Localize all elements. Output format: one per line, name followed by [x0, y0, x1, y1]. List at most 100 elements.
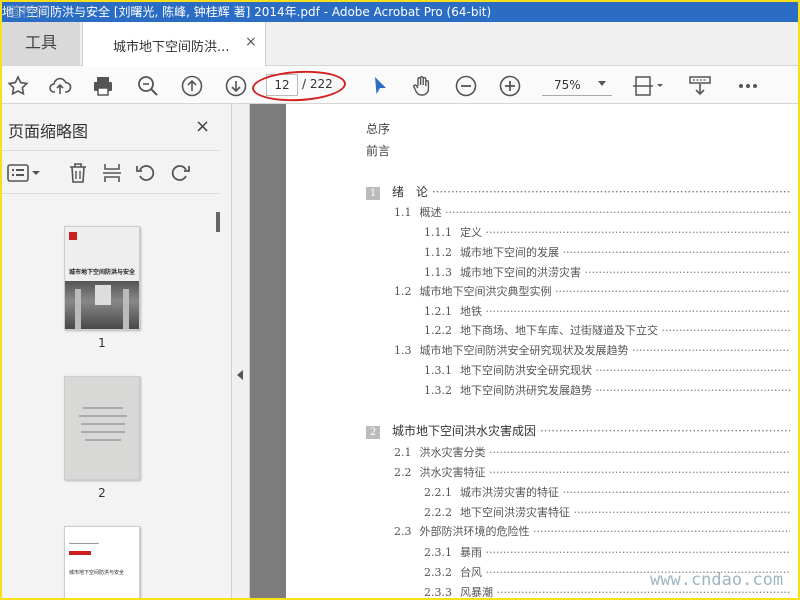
chapter-number-badge: 1 [366, 187, 380, 200]
close-panel-icon[interactable]: × [195, 116, 210, 137]
toc-entry-section[interactable]: 1.3 城市地下空间防洪安全研究现状及发展趋势 ·················… [394, 342, 790, 358]
toc-entry-number: 2.1 [394, 446, 412, 459]
panel-collapse-strip[interactable] [232, 104, 250, 598]
scroll-mode-icon[interactable] [688, 74, 712, 98]
toc-leader-dots: ········································… [584, 266, 790, 279]
previous-page-icon[interactable] [180, 74, 204, 98]
thumbnail-page-2[interactable] [64, 376, 140, 480]
thumbnail-page-3[interactable]: 城市地下空间防洪与安全 [64, 526, 140, 598]
tab-tools[interactable]: 工具 [2, 22, 80, 66]
print-icon[interactable] [91, 74, 115, 98]
toc-entry-sub[interactable]: 1.3.2 地下空间防洪研究发展趋势 ······················… [424, 382, 790, 398]
thumbnail-cover-title: 城市地下空间防洪与安全 [69, 570, 125, 576]
page-display-icon[interactable] [632, 74, 666, 98]
toc-entry-chapter[interactable]: 1 绪 论 ···································… [366, 183, 790, 200]
toc-entry-sub[interactable]: 2.2.2 地下空间洪涝灾害特征 ························… [424, 504, 790, 520]
thumbnail-options-icon[interactable] [6, 161, 42, 185]
toc-leader-dots: ········································… [532, 525, 790, 538]
toc-entry-text: 概述 [419, 206, 442, 219]
toc-entry-sub[interactable]: 1.3.1 地下空间防洪安全研究现状 ······················… [424, 362, 790, 378]
delete-page-icon[interactable] [66, 161, 90, 185]
toc-entry-number: 2.3.2 [424, 566, 452, 579]
tab-document[interactable]: 城市地下空间防洪... × [82, 22, 266, 66]
toc-front-item: 前言 [366, 144, 391, 158]
toc-entry-text: 城市地下空间防洪安全研究现状及发展趋势 [419, 344, 629, 357]
toc-leader-dots: ········································… [485, 226, 790, 239]
cover-photo [65, 281, 139, 329]
toc-entry-number: 1.3 [394, 344, 412, 357]
toc-leader-dots: ········································… [573, 506, 790, 519]
toc-leader-dots: ········································… [562, 486, 790, 499]
rotate-right-icon[interactable] [168, 161, 192, 185]
zoom-dropdown-caret-icon[interactable] [598, 81, 606, 86]
hand-tool-icon[interactable] [410, 74, 434, 98]
close-tab-icon[interactable]: × [245, 34, 257, 50]
scrollbar-thumb[interactable] [216, 212, 220, 232]
toc-entry-text: 城市洪涝灾害的特征 [460, 486, 559, 499]
select-cursor-icon[interactable] [368, 74, 392, 98]
next-page-icon[interactable] [224, 74, 248, 98]
toc-entry-number: 2.3 [394, 525, 412, 538]
toc-entry-text: 台风 [460, 566, 482, 579]
document-page: 总序 前言 1 绪 论 ·····························… [286, 104, 798, 598]
toc-entry-text: 洪水灾害特征 [419, 466, 486, 479]
collapse-arrow-icon[interactable] [237, 370, 243, 380]
thumbnail-scrollbar[interactable] [212, 200, 226, 598]
toc-entry-text: 暴雨 [460, 546, 482, 559]
upload-cloud-icon[interactable] [48, 74, 72, 98]
toc-entry-sub[interactable]: 1.1.1 定义 ································… [424, 224, 790, 240]
toc-entry-number: 1.1.3 [424, 266, 452, 279]
toc-entry-section[interactable]: 2.3 外部防洪环境的危险性 ··························… [394, 523, 790, 539]
toc-leader-dots: ········································… [444, 206, 790, 219]
toc-entry-sub[interactable]: 1.1.2 城市地下空间的发展 ·························… [424, 244, 790, 260]
toc-entry-text: 外部防洪环境的危险性 [419, 525, 530, 538]
toc-entry-text: 城市地下空间的洪涝灾害 [460, 266, 581, 279]
toc-entry-number: 1.1.2 [424, 246, 452, 259]
toc-entry-section[interactable]: 1.2 城市地下空间洪灾典型实例 ························… [394, 283, 790, 299]
toc-leader-dots: ········································… [485, 305, 790, 318]
toc-entry-section[interactable]: 2.2 洪水灾害特征 ······························… [394, 464, 790, 480]
insert-page-icon[interactable] [100, 161, 124, 185]
toc-leader-dots: ········································… [431, 185, 790, 199]
toc-entry-text: 定义 [460, 226, 482, 239]
toc-entry-sub[interactable]: 2.3.1 暴雨 ································… [424, 544, 790, 560]
toc-entry-sub[interactable]: 2.2.1 城市洪涝灾害的特征 ·························… [424, 484, 790, 500]
app-window: 地下空间防洪与安全 [刘曙光, 陈峰, 钟桂辉 著] 2014年.pdf - A… [2, 2, 798, 598]
toc-entry-number: 1.2 [394, 285, 412, 298]
toc-entry-section[interactable]: 2.1 洪水灾害分类 ······························… [394, 444, 790, 460]
thumbnail-page-number: 2 [98, 486, 106, 500]
panel-toolbar [2, 150, 220, 194]
thumbnail-page-1[interactable]: 城市地下空间防洪与安全 [64, 226, 140, 330]
zoom-search-icon[interactable] [136, 74, 160, 98]
toc-entry-number: 1.3.1 [424, 364, 452, 377]
toc-entry-sub[interactable]: 1.2.1 地铁 ································… [424, 303, 790, 319]
toc-leader-dots: ········································… [595, 384, 790, 397]
thumbnail-page-number: 1 [98, 336, 106, 350]
more-options-icon[interactable] [736, 74, 760, 98]
toc-entry-text: 地下空间洪涝灾害特征 [460, 506, 570, 519]
toc-entry-text: 地铁 [460, 305, 482, 318]
bookmark-star-icon[interactable] [6, 74, 30, 98]
rotate-left-icon[interactable] [134, 161, 158, 185]
toc-entry-number: 2.2 [394, 466, 412, 479]
chapter-number-badge: 2 [366, 426, 380, 439]
toc-leader-dots: ········································… [485, 546, 790, 559]
toc-entry-sub[interactable]: 1.1.3 城市地下空间的洪涝灾害 ·······················… [424, 264, 790, 280]
zoom-out-icon[interactable] [454, 74, 478, 98]
toc-entry-number: 1.2.2 [424, 324, 452, 337]
toc-entry-number: 1.2.1 [424, 305, 452, 318]
zoom-in-icon[interactable] [498, 74, 522, 98]
toc-front-item: 总序 [366, 122, 391, 136]
toc-entry-text: 地下空间防洪研究发展趋势 [460, 384, 592, 397]
toc-entry-sub[interactable]: 1.2.2 地下商场、地下车库、过街隧道及下立交 ················… [424, 322, 790, 338]
toc-entry-number: 2.2.2 [424, 506, 452, 519]
toc-entry-chapter[interactable]: 2 城市地下空间洪水灾害成因 ··························… [366, 422, 790, 439]
watermark-url: www.cndao.com [650, 570, 784, 590]
toc-entry-text: 地下商场、地下车库、过街隧道及下立交 [460, 324, 658, 337]
toc-leader-dots: ········································… [562, 246, 790, 259]
document-view[interactable]: 总序 前言 1 绪 论 ·····························… [250, 104, 798, 598]
toc-entry-section[interactable]: 1.1 概述 ··································… [394, 204, 790, 220]
toc-leader-dots: ········································… [488, 466, 790, 479]
tab-document-label: 城市地下空间防洪... [113, 40, 230, 55]
toc-entry-number: 2.3.3 [424, 586, 452, 598]
